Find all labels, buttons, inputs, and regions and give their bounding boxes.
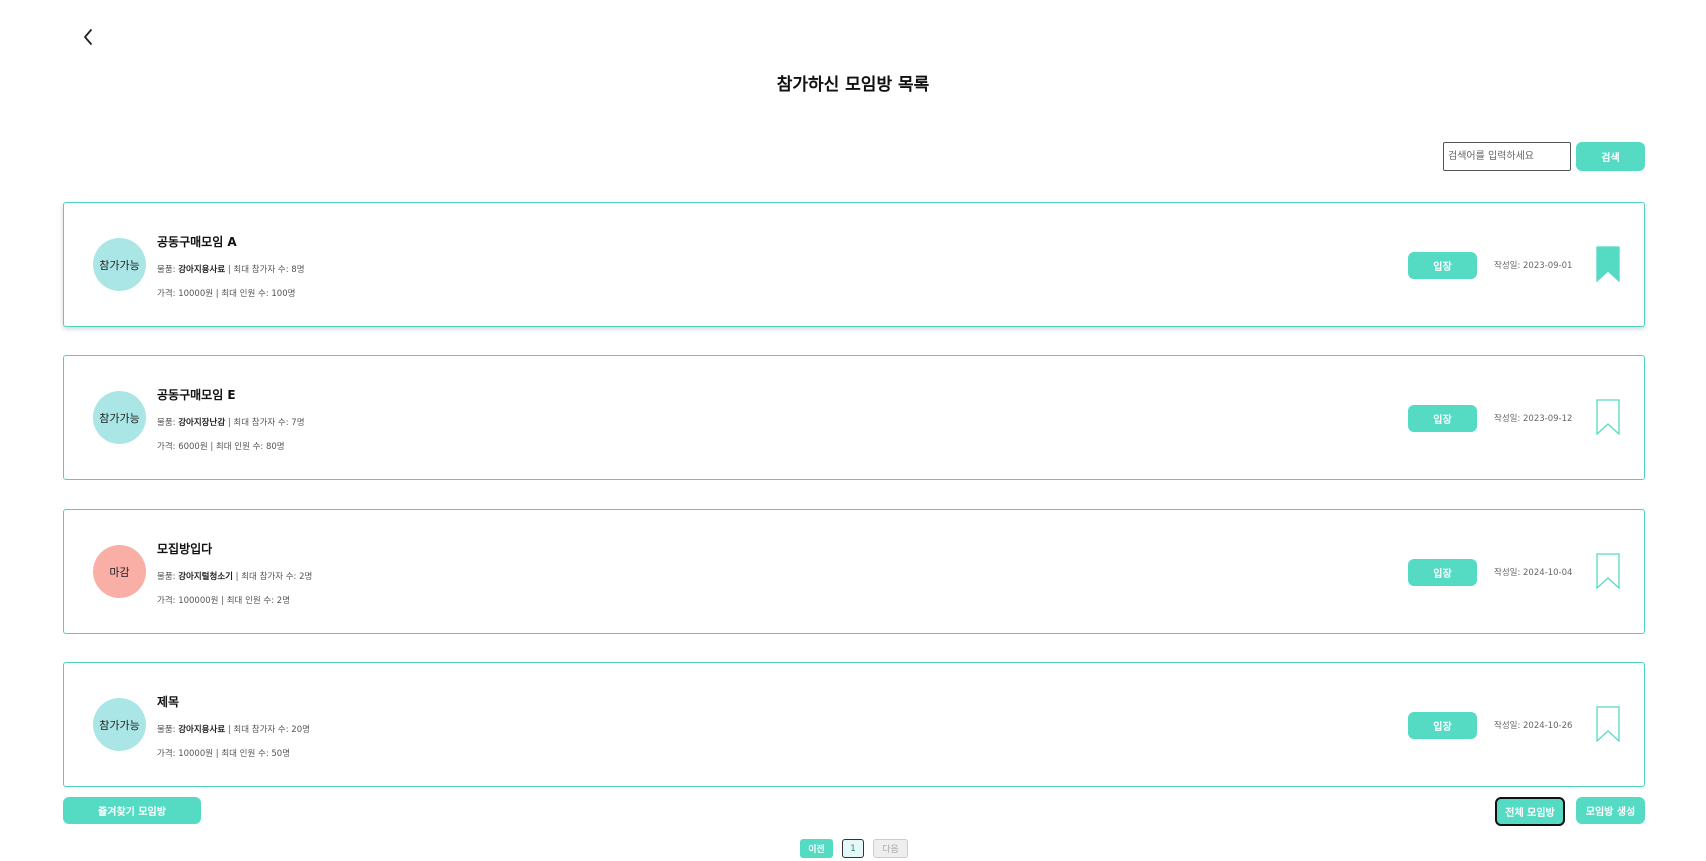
item-label: 물품: — [157, 725, 179, 735]
enter-button[interactable]: 입장 — [1408, 559, 1477, 586]
page-title: 참가하신 모임방 목록 — [776, 75, 930, 95]
item-label: 물품: — [157, 418, 179, 428]
room-card: 참가가능 공동구매모임 E 물품: 강아지장난감 | 최대 참가자 수: 7명가격:… — [63, 355, 1645, 480]
item-name: 강아지장난감 — [178, 418, 226, 428]
room-price-info: 가격: 6000원 | 최대 인원 수: 80명 — [157, 442, 285, 452]
room-card: 참가가능 공동구매모임 A 물품: 강아지용사료 | 최대 참가자 수: 8명가격:… — [63, 202, 1645, 327]
pagination-next-button[interactable]: 다음 — [873, 839, 908, 858]
create-room-button[interactable]: 모임방 생성 — [1576, 797, 1645, 824]
item-label: 물품: — [157, 572, 179, 582]
room-price-info: 가격: 100000원 | 최대 인원 수: 2명 — [157, 596, 291, 606]
enter-button[interactable]: 입장 — [1408, 712, 1477, 739]
room-item-info: 물품: 강아지용사료 | 최대 참가자 수: 20명 — [157, 723, 310, 735]
search-input[interactable] — [1443, 142, 1571, 171]
pagination-prev-button[interactable]: 이전 — [800, 839, 833, 858]
enter-button[interactable]: 입장 — [1408, 252, 1477, 279]
created-date: 작성일: 2023-09-01 — [1494, 261, 1573, 271]
status-badge: 참가가능 — [93, 238, 146, 291]
created-date: 작성일: 2024-10-26 — [1494, 721, 1573, 731]
status-badge: 참가가능 — [93, 391, 146, 444]
room-title: 모집방입다 — [157, 542, 213, 556]
enter-button[interactable]: 입장 — [1408, 405, 1477, 432]
pagination-page-button[interactable]: 1 — [842, 839, 864, 858]
item-label: 물품: — [157, 265, 179, 275]
bookmark-icon[interactable] — [1596, 399, 1620, 435]
created-date: 작성일: 2024-10-04 — [1494, 568, 1573, 578]
item-name: 강아지털청소기 — [178, 572, 233, 582]
bookmark-icon[interactable] — [1596, 706, 1620, 742]
bookmark-icon[interactable] — [1596, 553, 1620, 589]
item-name: 강아지용사료 — [178, 265, 226, 275]
room-price-info: 가격: 10000원 | 최대 인원 수: 100명 — [157, 289, 296, 299]
favorites-rooms-button[interactable]: 즐겨찾기 모임방 — [63, 797, 201, 824]
room-item-info: 물품: 강아지용사료 | 최대 참가자 수: 8명 — [157, 263, 305, 275]
room-title: 공동구매모임 E — [157, 388, 236, 402]
max-participants: | 최대 참가자 수: 20명 — [225, 725, 310, 735]
room-title: 제목 — [157, 695, 180, 709]
all-rooms-button[interactable]: 전체 모임방 — [1495, 797, 1565, 826]
item-name: 강아지용사료 — [178, 725, 226, 735]
room-card: 참가가능 제목물품: 강아지용사료 | 최대 참가자 수: 20명가격: 1000… — [63, 662, 1645, 787]
room-card: 마감 모집방입다물품: 강아지털청소기 | 최대 참가자 수: 2명가격: 100… — [63, 509, 1645, 634]
created-date: 작성일: 2023-09-12 — [1494, 414, 1573, 424]
search-button[interactable]: 검색 — [1576, 142, 1645, 171]
status-badge: 참가가능 — [93, 698, 146, 751]
room-item-info: 물품: 강아지털청소기 | 최대 참가자 수: 2명 — [157, 570, 312, 582]
max-participants: | 최대 참가자 수: 8명 — [225, 265, 305, 275]
max-participants: | 최대 참가자 수: 7명 — [225, 418, 305, 428]
status-badge: 마감 — [93, 545, 146, 598]
room-price-info: 가격: 10000원 | 최대 인원 수: 50명 — [157, 749, 291, 759]
back-button[interactable] — [76, 26, 100, 48]
bookmark-icon[interactable] — [1596, 246, 1620, 282]
room-title: 공동구매모임 A — [157, 235, 237, 249]
room-item-info: 물품: 강아지장난감 | 최대 참가자 수: 7명 — [157, 416, 305, 428]
max-participants: | 최대 참가자 수: 2명 — [232, 572, 313, 582]
chevron-left-icon — [76, 26, 100, 48]
